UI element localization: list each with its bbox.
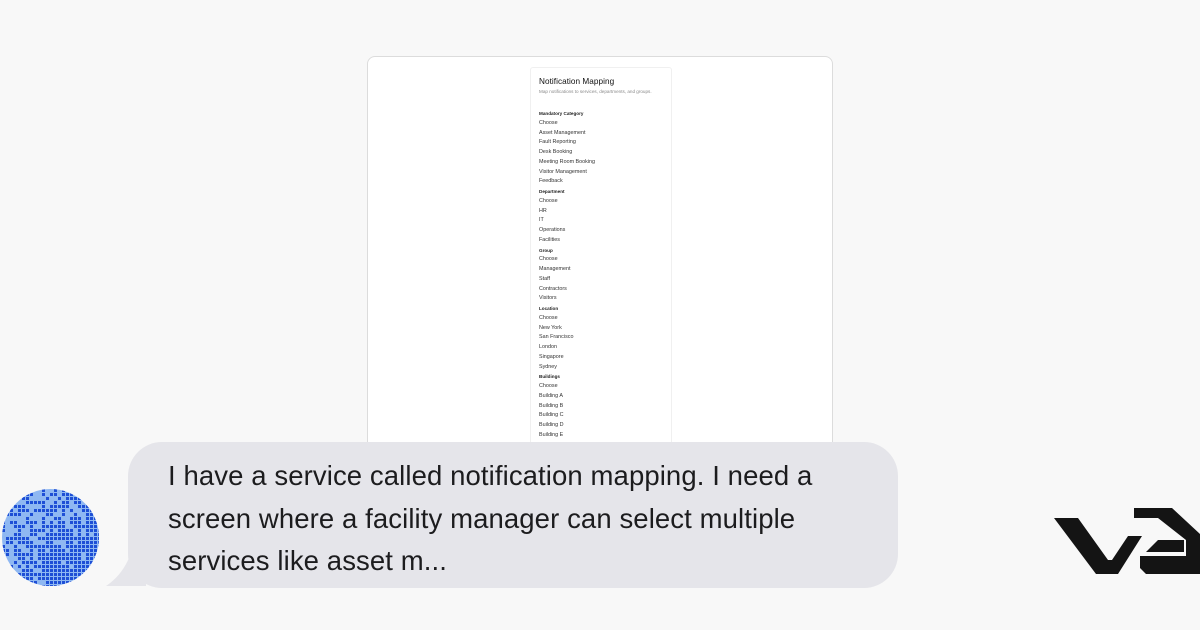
select-option[interactable]: Contractors [539, 285, 671, 295]
select-option[interactable]: Facilities [539, 236, 671, 246]
select-option[interactable]: Building D [539, 421, 671, 431]
panel-title: Notification Mapping [539, 77, 615, 86]
select-option[interactable]: London [539, 343, 671, 353]
select-option[interactable]: Building A [539, 392, 671, 402]
preview-card: Notification Mapping Map notifications t… [367, 56, 833, 456]
pixel-avatar-graphic [2, 489, 99, 586]
select-option[interactable]: Desk Booking [539, 148, 671, 158]
select-option[interactable]: Fault Reporting [539, 138, 671, 148]
chat-bubble: I have a service called notification map… [128, 442, 898, 588]
select-option[interactable]: Management [539, 265, 671, 275]
select-option[interactable]: Choose [539, 197, 671, 207]
select-option[interactable]: Choose [539, 255, 671, 265]
notification-mapping-panel: Notification Mapping Map notifications t… [530, 67, 672, 455]
select-option[interactable]: Feedback [539, 177, 671, 187]
panel-subtitle: Map notifications to services, departmen… [539, 89, 652, 94]
section-label: Location [539, 306, 559, 311]
section-label: Mandatory Category [539, 111, 584, 116]
select-option[interactable]: San Francisco [539, 333, 671, 343]
select-option[interactable]: HR [539, 207, 671, 217]
brand-logo-icon [1054, 508, 1200, 574]
select-option[interactable]: Choose [539, 119, 671, 129]
user-avatar-icon [2, 489, 99, 586]
select-option[interactable]: Staff [539, 275, 671, 285]
section-label: Department [539, 189, 565, 194]
select-option[interactable]: Building B [539, 402, 671, 412]
select-option[interactable]: Singapore [539, 353, 671, 363]
select-option[interactable]: Visitor Management [539, 168, 671, 178]
select-option[interactable]: Meeting Room Booking [539, 158, 671, 168]
section-label: Buildings [539, 374, 560, 380]
select-option[interactable]: Sydney [539, 363, 671, 373]
select-option[interactable]: New York [539, 324, 671, 334]
select-option[interactable]: Building C [539, 411, 671, 421]
section-label: Group [539, 247, 553, 253]
select-option[interactable]: Asset Management [539, 129, 671, 139]
select-sections: Mandatory Category Choose Asset Management… [539, 109, 671, 441]
select-option[interactable]: Building E [539, 431, 671, 441]
select-option[interactable]: Choose [539, 314, 671, 324]
chat-message: I have a service called notification map… [168, 460, 813, 576]
select-option[interactable]: Operations [539, 226, 671, 236]
select-option[interactable]: Choose [539, 382, 671, 392]
select-option[interactable]: Visitors [539, 294, 671, 304]
select-option[interactable]: IT [539, 216, 671, 226]
